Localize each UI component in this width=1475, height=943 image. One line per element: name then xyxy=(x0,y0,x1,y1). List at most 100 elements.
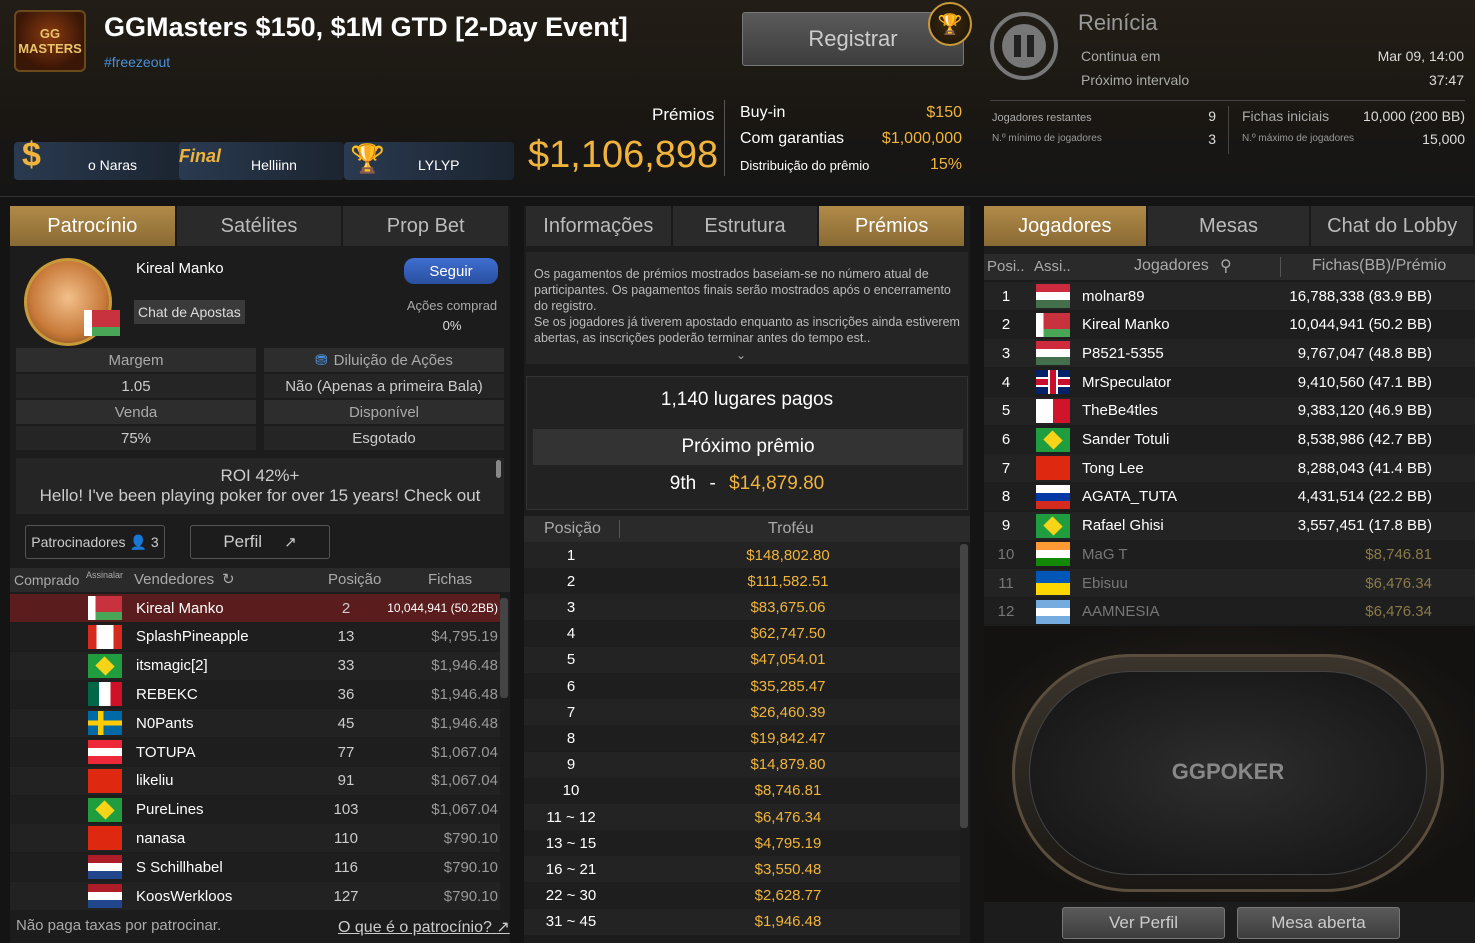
seller-row[interactable]: PureLines 103 $1,067.04 xyxy=(10,795,500,824)
col-chips[interactable]: Fichas xyxy=(428,571,472,588)
seller-row[interactable]: S Schillhabel 116 $790.10 xyxy=(10,853,500,882)
tab-prop-bet[interactable]: Prop Bet xyxy=(343,206,511,246)
prize-amount: $1,946.48 xyxy=(754,913,822,931)
player-row[interactable]: 4 MrSpeculator 9,410,560 (47.1 BB) xyxy=(984,368,1475,397)
col-players[interactable]: Jogadores xyxy=(1134,257,1209,275)
seller-row[interactable]: SplashPineapple 13 $4,795.19 xyxy=(10,622,500,651)
dilution-label-cell: ⛃ Diluição de Ações xyxy=(264,348,504,372)
col-mark[interactable]: Assinalar xyxy=(86,570,123,580)
prize-amount: $2,628.77 xyxy=(754,887,822,905)
seller-row[interactable]: N0Pants 45 $1,946.48 xyxy=(10,709,500,738)
tab-staking[interactable]: Patrocínio xyxy=(10,206,177,246)
staking-tabs: Patrocínio Satélites Prop Bet xyxy=(10,206,511,246)
seller-name: SplashPineapple xyxy=(136,628,249,646)
player-row[interactable]: 1 molnar89 16,788,338 (83.9 BB) xyxy=(984,282,1475,310)
follow-button[interactable]: Seguir xyxy=(404,258,498,284)
seller-name: Kireal Manko xyxy=(136,599,224,617)
player-chips: 9,410,560 (47.1 BB) xyxy=(1297,373,1432,391)
prize-scrollbar[interactable] xyxy=(960,544,968,828)
shares-label: Ações comprad xyxy=(406,298,498,313)
refresh-icon[interactable]: ↻ xyxy=(222,570,235,588)
player-chips: 3,557,451 (17.8 BB) xyxy=(1297,517,1432,535)
seller-position: 33 xyxy=(337,657,355,675)
player-row[interactable]: 12 AAMNESIA $6,476.34 xyxy=(984,597,1475,624)
prize-row: 22 ~ 30 $2,628.77 xyxy=(524,882,960,909)
chat-bets-button[interactable]: Chat de Apostas xyxy=(134,300,245,324)
player-row[interactable]: 11 Ebisuu $6,476.34 xyxy=(984,569,1475,597)
tab-prizes[interactable]: Prémios xyxy=(819,206,967,246)
player-bio[interactable]: ROI 42%+ Hello! I've been playing poker … xyxy=(16,458,504,514)
seller-chips: $1,067.04 xyxy=(431,772,498,790)
seller-row[interactable]: nanasa 110 $790.10 xyxy=(10,824,500,853)
seller-row[interactable]: REBEKC 36 $1,946.48 xyxy=(10,680,500,709)
player-name: TheBe4tles xyxy=(1082,402,1158,420)
tournament-header: GG MASTERS GGMasters $150, $1M GTD [2-Da… xyxy=(0,0,1475,197)
seller-name: KoosWerkloos xyxy=(136,887,233,905)
col-bought[interactable]: Comprado xyxy=(14,572,79,588)
player-row[interactable]: 5 TheBe4tles 9,383,120 (46.9 BB) xyxy=(984,396,1475,425)
seller-row[interactable]: TOTUPA 77 $1,067.04 xyxy=(10,738,500,766)
tab-information[interactable]: Informações xyxy=(526,206,673,246)
player-row[interactable]: 2 Kireal Manko 10,044,941 (50.2 BB) xyxy=(984,310,1475,339)
sellers-table: Kireal Manko 2 10,044,941 (50.2BB) SplashPi… xyxy=(10,594,500,910)
prize-row: 3 $83,675.06 xyxy=(524,594,960,621)
profile-button[interactable]: Perfil ↗ xyxy=(190,525,330,559)
seller-row[interactable]: KoosWerkloos 127 $790.10 xyxy=(10,882,500,910)
seller-chips: 10,044,941 (50.2BB) xyxy=(387,601,498,615)
seller-row[interactable]: itsmagic[2] 33 $1,946.48 xyxy=(10,651,500,680)
seller-name: S Schillhabel xyxy=(136,858,223,876)
prize-row: 16 ~ 21 $3,550.48 xyxy=(524,856,960,883)
search-icon[interactable]: ⚲ xyxy=(1220,256,1232,276)
player-position: 7 xyxy=(1001,459,1011,477)
player-row[interactable]: 7 Tong Lee 8,288,043 (41.4 BB) xyxy=(984,454,1475,483)
view-profile-button[interactable]: Ver Perfil xyxy=(1062,907,1225,939)
badge-final[interactable]: Final Helliinn xyxy=(179,142,344,180)
flag-icon xyxy=(88,768,122,793)
prize-position: 13 ~ 15 xyxy=(545,834,597,852)
prizes-label: Prémios xyxy=(652,105,715,124)
seller-name: likeliu xyxy=(136,772,174,790)
bio-scrollbar[interactable] xyxy=(496,460,501,478)
tab-tables[interactable]: Mesas xyxy=(1147,206,1312,246)
what-is-staking-link[interactable]: O que é o patrocínio? ↗ xyxy=(338,917,510,937)
seller-position: 127 xyxy=(333,887,359,905)
table-preview[interactable]: GGPOKER xyxy=(984,626,1475,902)
col-position[interactable]: Posi.. xyxy=(987,258,1025,275)
tournament-tag[interactable]: #freezeout xyxy=(104,54,170,70)
player-row[interactable]: 8 AGATA_TUTA 4,431,514 (22.2 BB) xyxy=(984,482,1475,511)
flag-icon xyxy=(88,797,122,822)
tab-satellites[interactable]: Satélites xyxy=(176,206,344,246)
starting-chips-value: 10,000 (200 BB) xyxy=(1363,108,1465,124)
info-panel: Informações Estrutura Prémios Os pagamen… xyxy=(524,206,970,943)
seller-chips: $1,946.48 xyxy=(431,657,498,675)
player-position: 6 xyxy=(1001,431,1011,448)
col-sellers[interactable]: Vendedores xyxy=(134,571,214,588)
tab-structure[interactable]: Estrutura xyxy=(672,206,820,246)
sellers-scrollbar[interactable] xyxy=(500,598,508,698)
tab-players[interactable]: Jogadores xyxy=(984,206,1148,246)
col-chips-prize[interactable]: Fichas(BB)/Prémio xyxy=(1312,257,1446,275)
chevron-down-icon[interactable]: ⌄ xyxy=(736,348,746,362)
player-row[interactable]: 3 P8521-5355 9,767,047 (48.8 BB) xyxy=(984,339,1475,368)
seller-row[interactable]: Kireal Manko 2 10,044,941 (50.2BB) xyxy=(10,594,500,622)
tab-lobby-chat[interactable]: Chat do Lobby xyxy=(1311,206,1475,246)
seller-row[interactable]: likeliu 91 $1,067.04 xyxy=(10,766,500,795)
prize-row: 7 $26,460.39 xyxy=(524,699,960,726)
player-name: Tong Lee xyxy=(1082,459,1144,477)
player-row[interactable]: 10 MaG T $8,746.81 xyxy=(984,540,1475,569)
player-name: MrSpeculator xyxy=(1082,373,1172,391)
col-mark[interactable]: Assi.. xyxy=(1034,258,1071,275)
player-position: 3 xyxy=(1001,344,1011,362)
player-row[interactable]: 9 Rafael Ghisi 3,557,451 (17.8 BB) xyxy=(984,511,1475,540)
col-position[interactable]: Posição xyxy=(328,571,381,588)
badge-trophy[interactable]: 🏆 LYLYP xyxy=(344,142,514,180)
badge-staking[interactable]: $ o Naras xyxy=(14,136,184,180)
sponsors-button[interactable]: Patrocinadores 👤 3 xyxy=(25,525,165,559)
prize-table: 1 $148,802.80 2 $111,582.51 3 $83,675.06 4 $62,… xyxy=(524,542,960,943)
prize-amount: $62,747.50 xyxy=(750,625,826,643)
open-table-button[interactable]: Mesa aberta xyxy=(1237,907,1400,939)
dilution-label: Diluição de Ações xyxy=(333,351,453,369)
players-table-header: Posi.. Assi.. Jogadores ⚲ Fichas(BB)/Pré… xyxy=(984,254,1475,280)
player-row[interactable]: 6 Sander Totuli 8,538,986 (42.7 BB) xyxy=(984,425,1475,454)
prize-position: 10 xyxy=(562,782,580,800)
